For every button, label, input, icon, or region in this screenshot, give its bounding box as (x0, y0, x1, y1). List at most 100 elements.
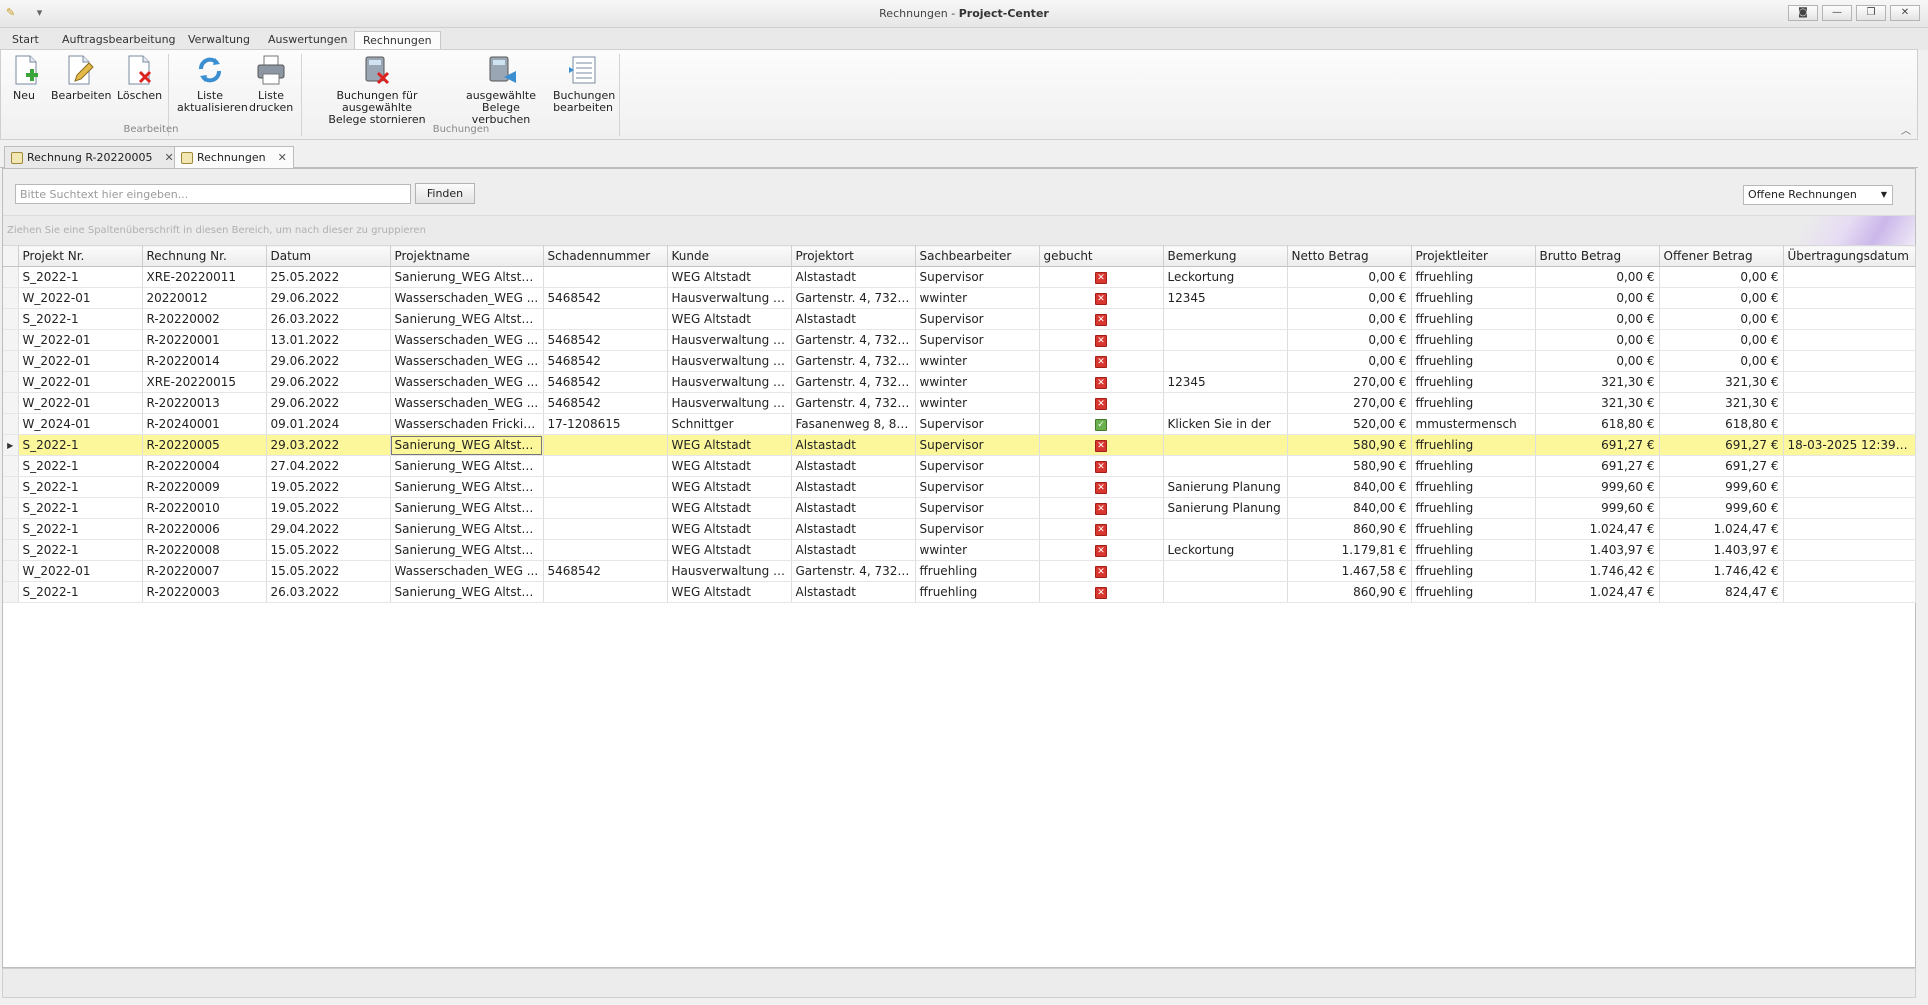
table-cell[interactable]: S_2022-1 (18, 581, 143, 603)
table-cell[interactable] (1783, 329, 1916, 351)
close-tab-icon[interactable]: ✕ (165, 148, 174, 168)
table-cell[interactable]: Alstastadt (791, 581, 916, 603)
tab-auswertungen[interactable]: Auswertungen (260, 31, 356, 50)
table-cell[interactable]: ffruehling (1411, 476, 1536, 498)
table-row[interactable]: W_2022-01 R-20220013 29.06.2022 Wasserschad… (3, 392, 1916, 414)
booked-cell[interactable]: ✕ (1039, 371, 1164, 393)
table-cell[interactable] (1163, 329, 1288, 351)
x-icon[interactable]: ✕ (1095, 544, 1107, 557)
table-cell[interactable] (1783, 539, 1916, 561)
table-row[interactable]: S_2022-1 XRE-20220011 25.05.2022 Sanierung_… (3, 266, 1916, 288)
table-cell[interactable]: Alstastadt (791, 518, 916, 540)
table-cell[interactable]: 999,60 € (1659, 476, 1784, 498)
x-icon[interactable]: ✕ (1095, 523, 1107, 536)
table-cell[interactable]: Sanierung_WEG Altstadt (390, 266, 544, 288)
table-cell[interactable]: 691,27 € (1659, 455, 1784, 477)
post-documents-button[interactable]: ausgewählte Belege verbuchen (455, 53, 547, 126)
x-icon[interactable]: ✕ (1095, 313, 1107, 326)
row-indicator[interactable] (3, 539, 19, 561)
check-icon[interactable]: ✓ (1095, 418, 1107, 431)
column-header[interactable]: Projektleiter (1411, 245, 1536, 267)
x-icon[interactable]: ✕ (1095, 565, 1107, 578)
table-cell[interactable]: ffruehling (1411, 392, 1536, 414)
table-row[interactable]: S_2022-1 R-20220003 26.03.2022 Sanierung_WE… (3, 581, 1916, 603)
table-cell[interactable]: Supervisor (915, 434, 1040, 456)
table-cell[interactable]: 1.024,47 € (1659, 518, 1784, 540)
table-cell[interactable] (1163, 392, 1288, 414)
table-cell[interactable]: Hausverwaltung G... (667, 392, 792, 414)
booked-cell[interactable]: ✕ (1039, 329, 1164, 351)
find-button[interactable]: Finden (415, 183, 475, 204)
table-cell[interactable] (543, 434, 668, 456)
table-cell[interactable] (1163, 581, 1288, 603)
doc-tab-invoice[interactable]: Rechnung R-20220005 ✕ (4, 146, 181, 168)
table-cell[interactable]: mmustermensch (1411, 413, 1536, 435)
table-cell[interactable]: Sanierung_WEG Altstadt (390, 518, 544, 540)
column-header[interactable]: Bemerkung (1163, 245, 1288, 267)
table-cell[interactable]: ffruehling (1411, 266, 1536, 288)
table-cell[interactable]: 0,00 € (1535, 287, 1660, 309)
table-cell[interactable]: 999,60 € (1535, 476, 1660, 498)
table-cell[interactable] (543, 476, 668, 498)
table-cell[interactable]: Sanierung_WEG Altstadt (390, 308, 544, 330)
table-cell[interactable]: 0,00 € (1535, 350, 1660, 372)
table-cell[interactable]: 270,00 € (1287, 392, 1412, 414)
table-cell[interactable]: R-20240001 (142, 413, 267, 435)
table-cell[interactable]: ffruehling (915, 581, 1040, 603)
x-icon[interactable]: ✕ (1095, 502, 1107, 515)
table-cell[interactable]: 29.06.2022 (266, 287, 391, 309)
delete-button[interactable]: Löschen (117, 53, 162, 102)
table-cell[interactable]: S_2022-1 (18, 476, 143, 498)
table-cell[interactable]: 17-1208615 (543, 413, 668, 435)
table-cell[interactable] (1783, 476, 1916, 498)
table-cell[interactable]: S_2022-1 (18, 455, 143, 477)
table-cell[interactable] (1163, 434, 1288, 456)
table-cell[interactable] (1163, 455, 1288, 477)
table-cell[interactable]: XRE-20220015 (142, 371, 267, 393)
row-indicator[interactable] (3, 392, 19, 414)
table-cell[interactable]: Gartenstr. 4, 7323... (791, 392, 916, 414)
column-header[interactable]: Projektort (791, 245, 916, 267)
table-cell[interactable] (1163, 308, 1288, 330)
table-cell[interactable]: Hausverwaltung G... (667, 329, 792, 351)
tab-verwaltung[interactable]: Verwaltung (180, 31, 258, 50)
booked-cell[interactable]: ✕ (1039, 434, 1164, 456)
table-cell[interactable]: 0,00 € (1535, 266, 1660, 288)
table-cell[interactable]: 999,60 € (1659, 497, 1784, 519)
table-cell[interactable] (1163, 518, 1288, 540)
row-indicator[interactable] (3, 287, 19, 309)
column-header[interactable]: gebucht (1039, 245, 1164, 267)
table-cell[interactable]: S_2022-1 (18, 308, 143, 330)
edit-bookings-button[interactable]: Buchungen bearbeiten (553, 53, 615, 114)
column-header[interactable]: Projektname (390, 245, 544, 267)
table-cell[interactable]: R-20220005 (142, 434, 267, 456)
table-cell[interactable]: Gartenstr. 4, 7323... (791, 560, 916, 582)
table-cell[interactable]: R-20220007 (142, 560, 267, 582)
table-cell[interactable]: ffruehling (1411, 350, 1536, 372)
table-cell[interactable] (543, 518, 668, 540)
table-cell[interactable]: 0,00 € (1659, 287, 1784, 309)
table-cell[interactable]: 840,00 € (1287, 476, 1412, 498)
table-cell[interactable]: 5468542 (543, 371, 668, 393)
table-cell[interactable]: 580,90 € (1287, 434, 1412, 456)
table-cell[interactable]: 0,00 € (1287, 329, 1412, 351)
table-cell[interactable]: 0,00 € (1659, 329, 1784, 351)
table-row[interactable]: S_2022-1 R-20220008 15.05.2022 Sanierung_WE… (3, 539, 1916, 561)
table-cell[interactable]: 1.024,47 € (1535, 581, 1660, 603)
table-cell[interactable]: 999,60 € (1535, 497, 1660, 519)
cancel-bookings-button[interactable]: Buchungen für ausgewählte Belege stornier… (307, 53, 447, 126)
table-cell[interactable]: Leckortung (1163, 539, 1288, 561)
table-cell[interactable]: WEG Altstadt (667, 518, 792, 540)
table-cell[interactable]: 1.024,47 € (1535, 518, 1660, 540)
table-cell[interactable]: 5468542 (543, 350, 668, 372)
x-icon[interactable]: ✕ (1095, 376, 1107, 389)
table-cell[interactable]: R-20220004 (142, 455, 267, 477)
table-cell[interactable] (1783, 413, 1916, 435)
table-cell[interactable]: 15.05.2022 (266, 539, 391, 561)
table-cell[interactable]: 1.403,97 € (1535, 539, 1660, 561)
table-cell[interactable] (1783, 371, 1916, 393)
booked-cell[interactable]: ✕ (1039, 266, 1164, 288)
table-cell[interactable]: Gartenstr. 4, 7323... (791, 287, 916, 309)
table-cell[interactable]: 0,00 € (1659, 308, 1784, 330)
table-cell[interactable]: Alstastadt (791, 539, 916, 561)
